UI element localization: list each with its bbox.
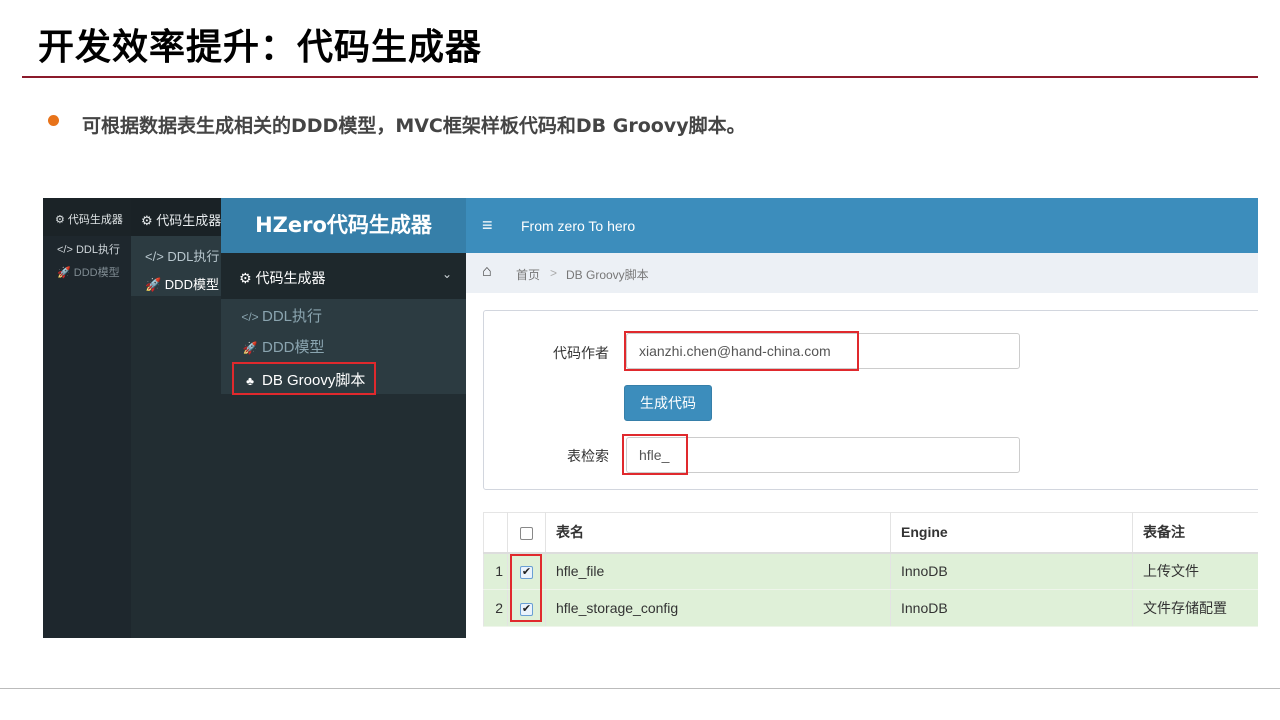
sidebar-item-label: DDL执行 xyxy=(262,308,323,325)
sidebar-middle-item-ddd[interactable]: 🚀 DDD模型 xyxy=(145,274,219,293)
sidebar-layer-back: ⚙ 代码生成器 </> DDL执行 🚀 DDD模型 xyxy=(43,198,131,638)
app-logo[interactable]: HZero代码生成器 xyxy=(221,198,466,253)
tables-grid: 表名 Engine 表备注 1 ✔ hfle_file InnoDB 上传文件 … xyxy=(483,512,1258,627)
chevron-down-icon: ⌄ xyxy=(441,267,452,281)
breadcrumb-separator: > xyxy=(550,266,558,280)
table-row[interactable]: 1 ✔ hfle_file InnoDB 上传文件 xyxy=(483,552,1258,590)
bullet-text: 可根据数据表生成相关的DDD模型，MVC框架样板代码和DB Groovy脚本。 xyxy=(82,115,746,137)
table-name-cell: hfle_storage_config xyxy=(545,589,891,627)
navbar-tagline: From zero To hero xyxy=(521,218,636,234)
highlight-box xyxy=(232,362,376,395)
select-all-checkbox[interactable] xyxy=(520,527,533,541)
engine-cell: InnoDB xyxy=(890,589,1133,627)
sidebar-item-label: DDD模型 xyxy=(262,339,325,356)
column-header-comment[interactable]: 表备注 xyxy=(1132,512,1258,554)
sidebar-back-item-ddd[interactable]: 🚀 DDD模型 xyxy=(57,264,120,280)
generate-code-button[interactable]: 生成代码 xyxy=(624,385,712,421)
highlight-box xyxy=(510,554,542,622)
table-name-cell: hfle_file xyxy=(545,552,891,590)
sidebar-back-item-ddl[interactable]: </> DDL执行 xyxy=(57,241,120,257)
footer-divider xyxy=(0,688,1280,689)
sidebar-back-header[interactable]: ⚙ 代码生成器 xyxy=(43,198,131,236)
top-navbar: ≡ From zero To hero xyxy=(466,198,1258,253)
home-icon[interactable]: ⌂ xyxy=(482,263,492,281)
column-header-table-name[interactable]: 表名 xyxy=(545,512,891,554)
sidebar-item-ddd[interactable]: 🚀 DDD模型 xyxy=(241,336,325,357)
sidebar-item-ddl[interactable]: </> DDL执行 xyxy=(241,305,322,326)
sidebar: HZero代码生成器 ⚙ 代码生成器 ⌄ </> DDL执行 🚀 DDD模型 ♣ DB… xyxy=(221,198,466,638)
index-column-header xyxy=(483,512,508,554)
menu-header-label: 代码生成器 xyxy=(255,270,326,286)
comment-cell: 上传文件 xyxy=(1132,552,1258,590)
slide-title: 开发效率提升：代码生成器 xyxy=(38,27,483,68)
highlight-box xyxy=(624,331,859,371)
breadcrumb-current: DB Groovy脚本 xyxy=(566,268,649,282)
menu-header-code-generator[interactable]: ⚙ 代码生成器 ⌄ xyxy=(221,253,466,299)
rocket-icon: 🚀 xyxy=(242,341,258,355)
row-index: 1 xyxy=(483,552,508,590)
app-screenshot: ⚙ 代码生成器 </> DDL执行 🚀 DDD模型 ⚙ 代码生成器 </> DD… xyxy=(43,198,1258,638)
sidebar-layer-middle: ⚙ 代码生成器 </> DDL执行 🚀 DDD模型 xyxy=(131,198,221,638)
table-header-row: 表名 Engine 表备注 xyxy=(483,512,1258,554)
gear-icon: ⚙ xyxy=(239,270,252,286)
table-row[interactable]: 2 ✔ hfle_storage_config InnoDB 文件存储配置 xyxy=(483,589,1258,627)
comment-cell: 文件存储配置 xyxy=(1132,589,1258,627)
hamburger-menu-icon[interactable]: ≡ xyxy=(482,215,493,236)
sidebar-middle-header[interactable]: ⚙ 代码生成器 xyxy=(131,198,221,236)
table-search-label: 表检索 xyxy=(567,448,609,464)
engine-cell: InnoDB xyxy=(890,552,1133,590)
breadcrumb: ⌂ 首页 > DB Groovy脚本 xyxy=(466,253,1258,293)
row-index: 2 xyxy=(483,589,508,627)
code-icon: </> xyxy=(241,310,259,324)
sidebar-middle-item-ddl[interactable]: </> DDL执行 xyxy=(145,246,219,265)
select-all-header xyxy=(507,512,546,554)
bullet-dot-icon xyxy=(48,115,59,126)
breadcrumb-home[interactable]: 首页 xyxy=(516,266,540,283)
author-label: 代码作者 xyxy=(553,345,609,361)
highlight-box xyxy=(622,434,688,475)
title-divider xyxy=(22,76,1258,78)
column-header-engine[interactable]: Engine xyxy=(890,512,1133,554)
